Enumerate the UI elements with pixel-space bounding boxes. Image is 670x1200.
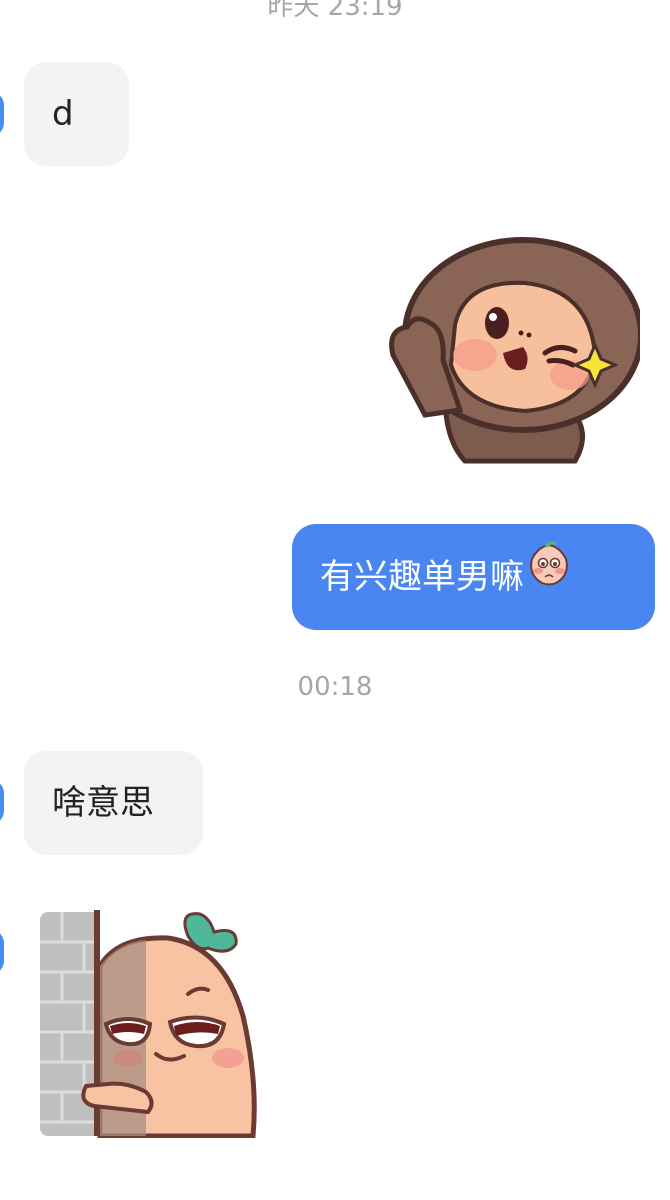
timestamp-divider: 00:18 [297, 672, 373, 702]
incoming-message-bubble[interactable]: 啥意思 [24, 751, 203, 855]
blushing-peach-face-icon [526, 523, 572, 629]
message-text: 啥意思 [52, 783, 154, 823]
contact-avatar[interactable] [0, 780, 4, 824]
chat-screen: 昨天 23:19 d 有兴趣单男嘛 00:18 啥意思 [0, 0, 670, 1200]
message-text: d [52, 94, 74, 134]
contact-avatar[interactable] [0, 92, 4, 136]
incoming-sticker-potato-peeking[interactable] [38, 906, 263, 1139]
incoming-message-bubble[interactable]: d [24, 62, 129, 166]
waving-monkey-sticker-icon [389, 237, 644, 464]
potato-peeking-sticker-icon [40, 910, 257, 1139]
outgoing-sticker-waving-monkey[interactable] [385, 235, 644, 467]
outgoing-message-bubble[interactable]: 有兴趣单男嘛 [292, 524, 655, 630]
contact-avatar[interactable] [0, 930, 4, 974]
timestamp-yesterday: 昨天 23:19 [267, 0, 403, 22]
message-text: 有兴趣单男嘛 [320, 557, 524, 597]
